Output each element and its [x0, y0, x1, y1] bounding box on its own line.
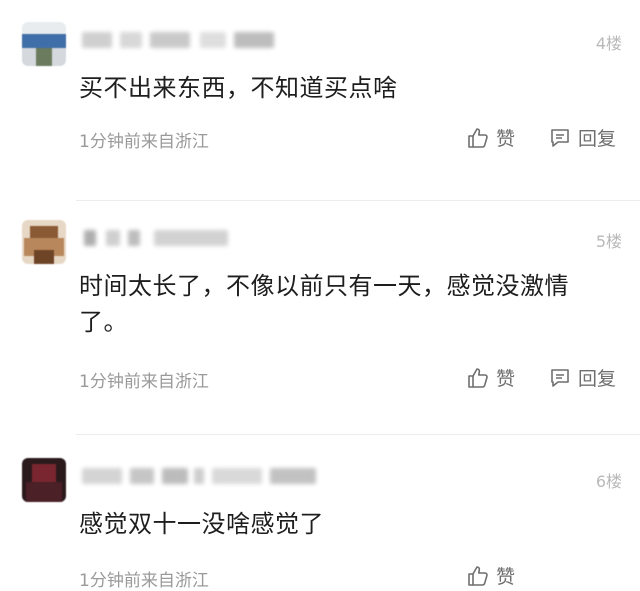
comment-text: 时间太长了，不像以前只有一天，感觉没激情了。: [79, 272, 569, 336]
username-blurred[interactable]: [82, 464, 322, 490]
divider: [76, 200, 640, 201]
comment-meta: 1分钟前来自浙江: [79, 372, 209, 392]
avatar[interactable]: [22, 458, 66, 502]
floor-number: 4楼: [595, 34, 622, 53]
comment-meta: 1分钟前来自浙江: [79, 132, 209, 152]
comment-item: 6楼 感觉双十一没啥感觉了 1分钟前来自浙江 赞: [0, 436, 640, 591]
comment-text: 买不出来东西，不知道买点啥: [79, 74, 398, 102]
avatar[interactable]: [22, 220, 66, 264]
comment-text: 感觉双十一没啥感觉了: [79, 510, 324, 538]
reply-button[interactable]: 回复: [548, 124, 616, 151]
comment-icon: [551, 128, 569, 147]
floor-number: 5楼: [595, 232, 622, 251]
thumbs-up-icon: [468, 565, 488, 586]
avatar[interactable]: [22, 22, 66, 66]
comment-icon: [551, 368, 569, 387]
comment-item: 5楼 时间太长了，不像以前只有一天，感觉没激情了。 1分钟前来自浙江 赞 回复: [0, 202, 640, 435]
thumbs-up-icon: [468, 127, 488, 148]
thumbs-up-icon: [468, 367, 488, 388]
reply-label: 回复: [578, 368, 617, 390]
comment-meta: 1分钟前来自浙江: [79, 571, 209, 591]
like-button[interactable]: 赞: [466, 562, 515, 589]
reply-label: 回复: [578, 128, 617, 150]
reply-button[interactable]: 回复: [548, 364, 616, 391]
comment-item: 4楼 买不出来东西，不知道买点啥 1分钟前来自浙江 赞 回复: [0, 0, 640, 201]
like-label: 赞: [496, 128, 516, 150]
divider: [76, 434, 640, 435]
like-label: 赞: [496, 566, 516, 588]
username-blurred[interactable]: [82, 28, 282, 54]
like-button[interactable]: 赞: [466, 364, 515, 391]
like-label: 赞: [496, 368, 516, 390]
username-blurred[interactable]: [84, 226, 234, 252]
like-button[interactable]: 赞: [466, 124, 515, 151]
floor-number: 6楼: [595, 472, 622, 491]
